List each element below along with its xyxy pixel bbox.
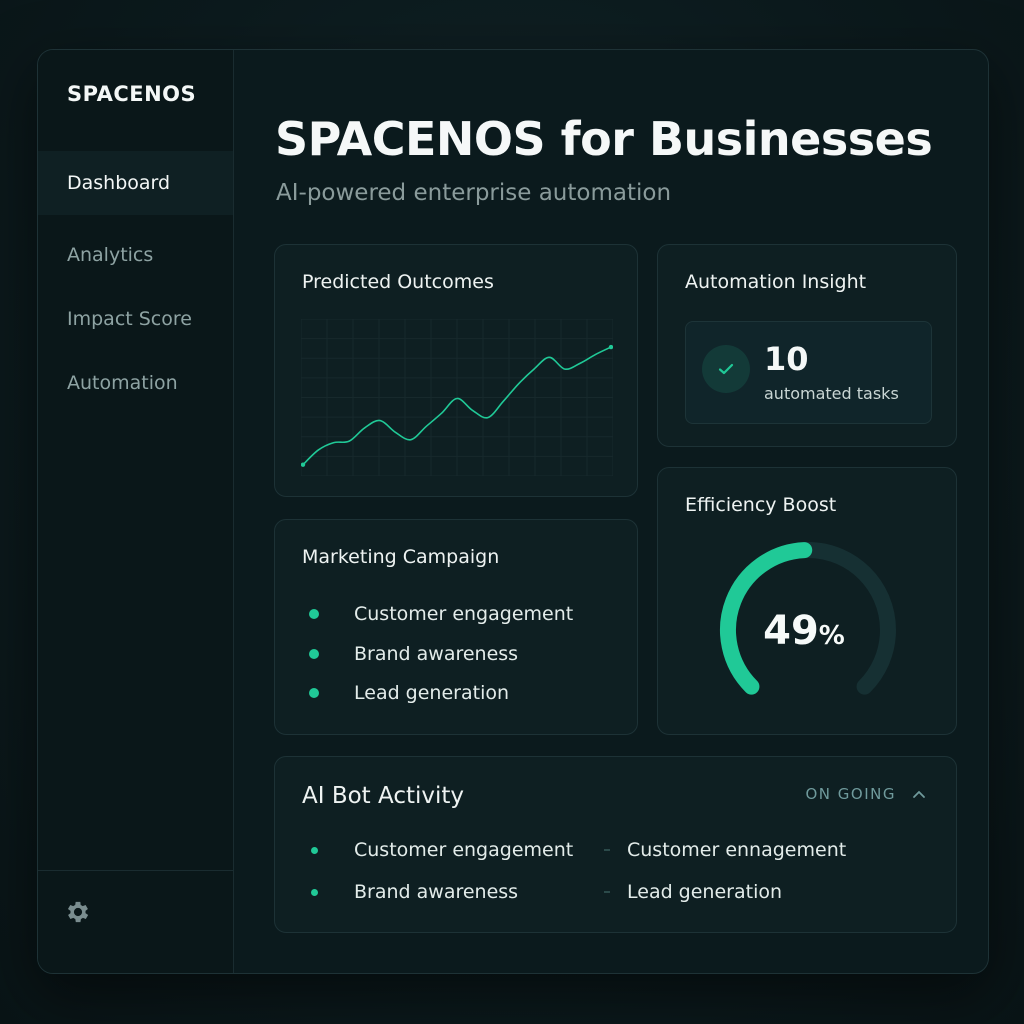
list-item: Customer ennagement — [604, 839, 846, 861]
predicted-outcomes-chart — [301, 319, 613, 476]
efficiency-unit: % — [819, 621, 845, 651]
list-item: Lead generation — [309, 682, 509, 704]
automated-task-count: 10 — [764, 340, 809, 378]
sidebar-item-dashboard[interactable]: Dashboard — [38, 151, 233, 215]
sidebar-item-analytics[interactable]: Analytics — [38, 223, 233, 287]
page-title: SPACENOS for Businesses — [275, 112, 933, 166]
data-point — [301, 462, 306, 467]
list-item: Brand awareness — [309, 643, 518, 665]
bullet-dash — [604, 849, 610, 851]
bullet-dot — [309, 609, 319, 619]
data-point — [608, 344, 613, 350]
card-title: Efficiency Boost — [685, 494, 837, 516]
card-title: AI Bot Activity — [302, 783, 465, 809]
app-logo: SPACENOS — [67, 82, 197, 106]
card-title: Predicted Outcomes — [302, 271, 494, 293]
list-item-text: Brand awareness — [354, 881, 519, 903]
efficiency-value: 49 — [763, 608, 819, 654]
list-item-text: Brand awareness — [354, 643, 519, 665]
bullet-dot — [309, 688, 319, 698]
sidebar-item-impact-score[interactable]: Impact Score — [38, 287, 233, 351]
status-badge: ON GOING — [805, 785, 896, 803]
list-item: Lead generation — [604, 881, 782, 903]
svg-text:49%: 49% — [763, 608, 845, 654]
bullet-dot — [311, 846, 318, 854]
card-title: Marketing Campaign — [302, 546, 500, 568]
bullet-dash — [604, 891, 610, 893]
main-content: SPACENOS for Businesses AI-powered enter… — [234, 50, 988, 973]
insight-box: 10 automated tasks — [685, 321, 932, 424]
page-subtitle: AI-powered enterprise automation — [276, 180, 672, 206]
card-title: Automation Insight — [685, 271, 867, 293]
list-item-text: Lead generation — [354, 682, 510, 704]
sidebar: SPACENOS Dashboard Analytics Impact Scor… — [38, 50, 234, 973]
sidebar-divider — [38, 870, 233, 871]
sidebar-item-label: Impact Score — [67, 308, 192, 330]
sidebar-item-automation[interactable]: Automation — [38, 351, 233, 415]
automation-insight-card: Automation Insight 10 automated tasks — [657, 244, 957, 447]
ai-bot-activity-card: AI Bot Activity ON GOING Customer engage… — [274, 756, 957, 933]
efficiency-gauge: 49% — [720, 542, 896, 695]
list-item-text: Customer ennagement — [627, 839, 847, 861]
check-icon — [702, 345, 750, 393]
list-item: Customer engagement — [311, 839, 573, 861]
automated-task-label: automated tasks — [764, 384, 899, 403]
app-window: SPACENOS Dashboard Analytics Impact Scor… — [37, 49, 989, 974]
list-item: Customer engagement — [309, 603, 573, 625]
list-item-text: Customer engagement — [354, 603, 574, 625]
list-item-text: Lead generation — [627, 881, 783, 903]
status-toggle[interactable]: ON GOING — [806, 785, 927, 803]
chevron-up-icon — [913, 790, 925, 798]
sidebar-item-label: Automation — [67, 372, 178, 394]
list-item-text: Customer engagement — [354, 839, 574, 861]
list-item: Brand awareness — [311, 881, 518, 903]
bullet-dot — [309, 649, 319, 659]
predicted-outcomes-card: Predicted Outcomes — [274, 244, 638, 497]
gear-icon[interactable] — [64, 898, 92, 926]
efficiency-boost-card: Efficiency Boost 49% — [657, 467, 957, 735]
sidebar-item-label: Analytics — [67, 244, 154, 266]
marketing-campaign-card: Marketing Campaign Customer engagement B… — [274, 519, 638, 735]
sidebar-item-label: Dashboard — [67, 172, 171, 194]
bullet-dot — [311, 888, 318, 896]
